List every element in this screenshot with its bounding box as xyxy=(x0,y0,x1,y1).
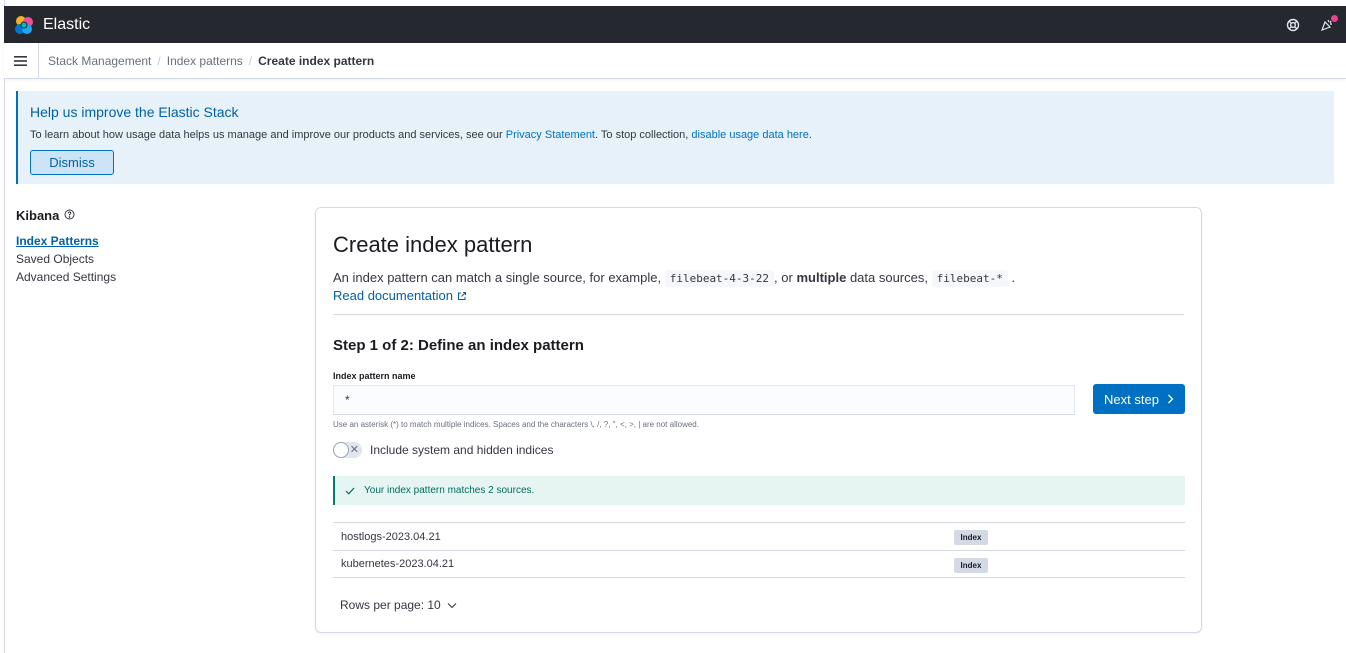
telemetry-callout: Help us improve the Elastic Stack To lea… xyxy=(16,91,1334,184)
page-title: Create index pattern xyxy=(333,232,533,257)
panel-description: An index pattern can match a single sour… xyxy=(333,270,1016,287)
code-example-single: filebeat-4-3-22 xyxy=(664,270,775,287)
description-text: An index pattern can match a single sour… xyxy=(333,270,662,285)
dismiss-button[interactable]: Dismiss xyxy=(30,150,114,175)
field-help-text: Use an asterisk (*) to match multiple in… xyxy=(333,420,699,429)
read-documentation-label: Read documentation xyxy=(333,288,453,303)
sidebar: Kibana Index Patterns Saved Objects Adva… xyxy=(16,208,216,284)
toggle-knob xyxy=(333,442,349,458)
chevron-right-icon xyxy=(1167,394,1174,404)
read-documentation-link[interactable]: Read documentation xyxy=(333,288,467,303)
breadcrumb-stack-management[interactable]: Stack Management xyxy=(48,54,151,68)
disable-usage-data-link[interactable]: disable usage data here xyxy=(691,129,808,141)
external-link-icon xyxy=(457,291,466,300)
callout-text-part: . To stop collection, xyxy=(595,129,692,141)
check-icon xyxy=(345,487,355,495)
match-success-callout: Your index pattern matches 2 sources. xyxy=(333,476,1185,505)
privacy-statement-link[interactable]: Privacy Statement xyxy=(506,129,595,141)
description-text: , or xyxy=(774,270,793,285)
sidebar-item-index-patterns[interactable]: Index Patterns xyxy=(16,234,216,248)
sidebar-item-advanced-settings[interactable]: Advanced Settings xyxy=(16,270,216,284)
menu-toggle-button[interactable] xyxy=(4,42,39,79)
breadcrumb: Stack Management / Index patterns / Crea… xyxy=(48,54,374,68)
code-example-multiple: filebeat-* xyxy=(931,270,1008,287)
breadcrumb-current: Create index pattern xyxy=(258,53,375,68)
success-text: Your index pattern matches 2 sources. xyxy=(364,485,535,496)
description-text: data sources, xyxy=(849,270,928,285)
top-header: Elastic xyxy=(4,6,1346,43)
chevron-down-icon xyxy=(447,602,457,608)
description-bold: multiple xyxy=(796,270,847,285)
index-badge: Index xyxy=(954,530,988,545)
next-step-button[interactable]: Next step xyxy=(1093,384,1185,414)
newsfeed-icon[interactable] xyxy=(1320,14,1338,32)
description-text: . xyxy=(1011,270,1016,285)
elastic-logo-icon[interactable] xyxy=(13,14,35,36)
breadcrumb-index-patterns[interactable]: Index patterns xyxy=(167,54,243,68)
index-pattern-name-input[interactable]: * xyxy=(333,385,1075,415)
breadcrumb-separator: / xyxy=(248,53,253,68)
hidden-indices-toggle-row: ✕ Include system and hidden indices xyxy=(333,442,553,458)
index-badge: Index xyxy=(954,558,988,573)
help-icon[interactable] xyxy=(1286,18,1300,32)
callout-text-part: . xyxy=(808,129,812,141)
rows-per-page-button[interactable]: Rows per page: 10 xyxy=(340,598,457,612)
toggle-label: Include system and hidden indices xyxy=(370,443,554,457)
index-pattern-name-label: Index pattern name xyxy=(333,371,416,381)
callout-title: Help us improve the Elastic Stack xyxy=(30,104,239,120)
callout-text-part: To learn about how usage data helps us m… xyxy=(30,129,506,141)
step-title: Step 1 of 2: Define an index pattern xyxy=(333,337,584,354)
notification-dot xyxy=(1331,14,1338,22)
info-icon[interactable] xyxy=(64,208,75,223)
sidebar-title: Kibana xyxy=(16,208,216,223)
hidden-indices-toggle[interactable]: ✕ xyxy=(333,442,362,458)
next-step-label: Next step xyxy=(1104,391,1159,407)
sidebar-item-saved-objects[interactable]: Saved Objects xyxy=(16,252,216,266)
breadcrumb-separator: / xyxy=(157,53,161,68)
create-index-pattern-panel: Create index pattern An index pattern ca… xyxy=(315,207,1202,633)
divider xyxy=(333,314,1184,315)
brand-name[interactable]: Elastic xyxy=(43,16,90,34)
table-row[interactable]: hostlogs-2023.04.21 Index xyxy=(333,522,1185,550)
sidebar-title-label: Kibana xyxy=(16,208,60,223)
matching-sources-table: hostlogs-2023.04.21 Index kubernetes-202… xyxy=(333,522,1185,578)
callout-text: To learn about how usage data helps us m… xyxy=(30,129,1322,141)
source-name: hostlogs-2023.04.21 xyxy=(341,530,441,543)
cross-icon: ✕ xyxy=(349,444,359,456)
rows-per-page-label: Rows per page: 10 xyxy=(340,598,441,612)
breadcrumb-bar: Stack Management / Index patterns / Crea… xyxy=(4,42,1346,79)
hamburger-icon xyxy=(14,55,27,66)
source-name: kubernetes-2023.04.21 xyxy=(341,558,455,570)
table-row[interactable]: kubernetes-2023.04.21 Index xyxy=(333,550,1185,578)
